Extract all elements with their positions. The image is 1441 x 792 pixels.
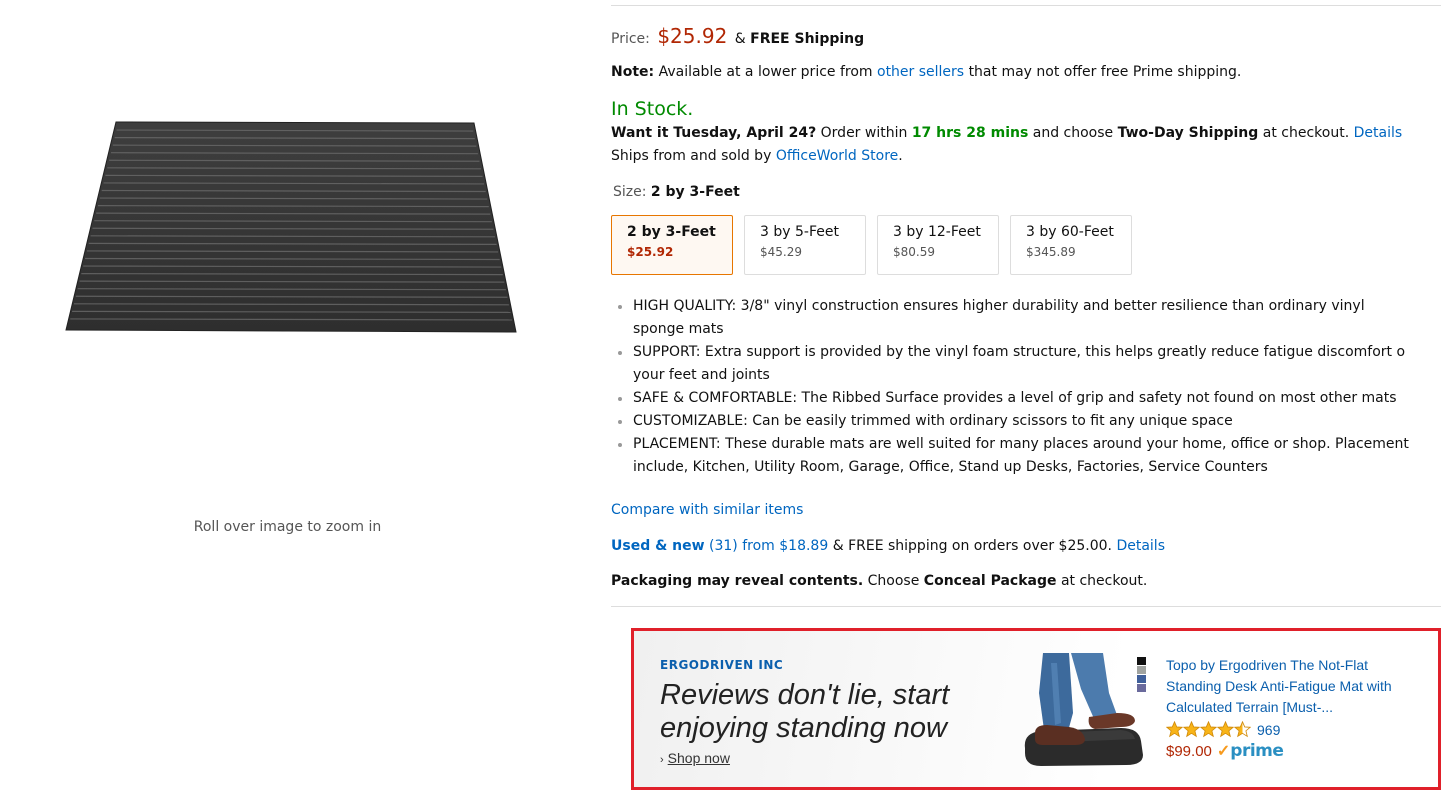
size-option-price: $25.92 (627, 245, 674, 259)
size-option-price: $80.59 (893, 245, 935, 259)
color-swatch[interactable] (1137, 684, 1146, 692)
star-full-icon (1166, 721, 1183, 738)
shop-now-link[interactable]: › Shop now (660, 750, 730, 766)
used-new-link-rest: (31) from $18.89 (709, 538, 829, 554)
feature-bullet: HIGH QUALITY: 3/8" vinyl construction en… (611, 295, 1441, 341)
note-label: Note: (611, 64, 655, 80)
size-option-name: 3 by 60-Feet (1026, 224, 1114, 240)
review-count[interactable]: 969 (1257, 722, 1280, 738)
ad-color-swatches (1137, 657, 1146, 693)
countdown: 17 hrs 28 mins (911, 125, 1029, 141)
feature-bullet: SAFE & COMFORTABLE: The Ribbed Surface p… (611, 387, 1441, 410)
size-label: Size: (613, 184, 647, 200)
free-shipping-label: FREE Shipping (750, 31, 865, 47)
size-option-price: $345.89 (1026, 245, 1076, 259)
ad-rating[interactable]: 969 (1166, 721, 1396, 738)
bullet-line: include, Kitchen, Utility Room, Garage, … (633, 459, 1268, 475)
ad-brand[interactable]: ERGODRIVEN INC (660, 658, 783, 672)
star-full-icon (1183, 721, 1200, 738)
star-half-icon (1234, 721, 1251, 738)
packaging-row: Packaging may reveal contents. Choose Co… (611, 573, 1147, 589)
order-within-text: Order within (820, 125, 908, 141)
size-option-3x5[interactable]: 3 by 5-Feet $45.29 (744, 215, 866, 275)
used-new-link-bold: Used & new (611, 538, 705, 554)
chevron-right-icon: › (660, 754, 664, 766)
color-swatch[interactable] (1137, 675, 1146, 683)
ships-period: . (898, 148, 903, 164)
note-text-after: that may not offer free Prime shipping. (968, 64, 1242, 80)
delivery-row: Want it Tuesday, April 24? Order within … (611, 125, 1402, 141)
divider (611, 5, 1441, 6)
prime-logo: ✓ prime (1217, 741, 1284, 761)
and-choose-text: and choose (1032, 125, 1114, 141)
ad-price-row: $99.00 ✓ prime (1166, 741, 1396, 761)
bullet-line: sponge mats (633, 321, 724, 337)
note-row: Note: Available at a lower price from ot… (611, 64, 1241, 80)
price-amount: $25.92 (657, 24, 728, 48)
price-label: Price: (611, 31, 650, 47)
feature-bullet: SUPPORT: Extra support is provided by th… (611, 341, 1441, 387)
bullet-line: PLACEMENT: These durable mats are well s… (633, 436, 1409, 452)
prime-check-icon: ✓ (1216, 743, 1231, 760)
ad-product-info: Topo by Ergodriven The Not-Flat Standing… (1166, 655, 1396, 761)
price-amp: & (734, 31, 746, 47)
image-panel: Roll over image to zoom in (0, 0, 575, 792)
ad-product-title[interactable]: Topo by Ergodriven The Not-Flat Standing… (1166, 655, 1396, 718)
size-selected: 2 by 3-Feet (650, 184, 740, 200)
compare-link[interactable]: Compare with similar items (611, 502, 803, 518)
feature-bullet: PLACEMENT: These durable mats are well s… (611, 433, 1441, 479)
delivery-details-link[interactable]: Details (1354, 125, 1403, 141)
star-full-icon (1217, 721, 1234, 738)
conceal-package-label: Conceal Package (923, 573, 1057, 589)
packaging-at-checkout: at checkout. (1060, 573, 1148, 589)
note-text-before: Available at a lower price from (658, 64, 873, 80)
ad-product-image[interactable] (1021, 653, 1151, 768)
size-option-3x12[interactable]: 3 by 12-Feet $80.59 (877, 215, 999, 275)
feature-bullets: HIGH QUALITY: 3/8" vinyl construction en… (611, 295, 1441, 479)
ships-row: Ships from and sold by OfficeWorld Store… (611, 148, 903, 164)
color-swatch[interactable] (1137, 666, 1146, 674)
packaging-choose: Choose (867, 573, 920, 589)
feature-bullet: CUSTOMIZABLE: Can be easily trimmed with… (611, 410, 1441, 433)
size-option-3x60[interactable]: 3 by 60-Feet $345.89 (1010, 215, 1132, 275)
stock-status: In Stock. (611, 98, 694, 120)
used-new-details-link[interactable]: Details (1116, 538, 1165, 554)
sponsored-ad-banner[interactable]: ERGODRIVEN INC Reviews don't lie, start … (631, 628, 1441, 790)
packaging-warning: Packaging may reveal contents. (611, 573, 864, 589)
product-image[interactable] (64, 120, 520, 336)
used-new-row: Used & new (31) from $18.89 & FREE shipp… (611, 538, 1165, 554)
bullet-line: your feet and joints (633, 367, 770, 383)
star-full-icon (1200, 721, 1217, 738)
size-option-name: 3 by 5-Feet (760, 224, 839, 240)
divider (611, 606, 1441, 607)
bullet-line: SAFE & COMFORTABLE: The Ribbed Surface p… (633, 390, 1397, 406)
size-option-price: $45.29 (760, 245, 802, 259)
shipping-method: Two-Day Shipping (1117, 125, 1259, 141)
zoom-hint: Roll over image to zoom in (193, 519, 382, 535)
ships-text: Ships from and sold by (611, 148, 772, 164)
prime-word: prime (1230, 741, 1284, 761)
bullet-line: CUSTOMIZABLE: Can be easily trimmed with… (633, 413, 1233, 429)
color-swatch[interactable] (1137, 657, 1146, 665)
size-option-name: 3 by 12-Feet (893, 224, 981, 240)
at-checkout-text: at checkout. (1262, 125, 1350, 141)
ad-headline[interactable]: Reviews don't lie, start enjoying standi… (660, 679, 990, 745)
other-sellers-link[interactable]: other sellers (877, 64, 964, 80)
seller-link[interactable]: OfficeWorld Store (776, 148, 898, 164)
used-new-text: & FREE shipping on orders over $25.00. (832, 538, 1112, 554)
star-rating (1166, 721, 1251, 738)
size-options: 2 by 3-Feet $25.92 3 by 5-Feet $45.29 3 … (611, 215, 1132, 275)
bullet-line: HIGH QUALITY: 3/8" vinyl construction en… (633, 298, 1365, 314)
bullet-line: SUPPORT: Extra support is provided by th… (633, 344, 1406, 360)
used-new-link[interactable]: Used & new (31) from $18.89 (611, 538, 828, 554)
delivery-question: Want it Tuesday, April 24? (611, 125, 817, 141)
compare-row: Compare with similar items (611, 502, 803, 518)
size-row: Size: 2 by 3-Feet (613, 184, 740, 200)
price-row: Price: $25.92 & FREE Shipping (611, 24, 864, 48)
ad-price: $99.00 (1166, 742, 1212, 760)
shop-now-label: Shop now (667, 750, 730, 766)
size-option-name: 2 by 3-Feet (627, 224, 716, 240)
size-option-2x3[interactable]: 2 by 3-Feet $25.92 (611, 215, 733, 275)
